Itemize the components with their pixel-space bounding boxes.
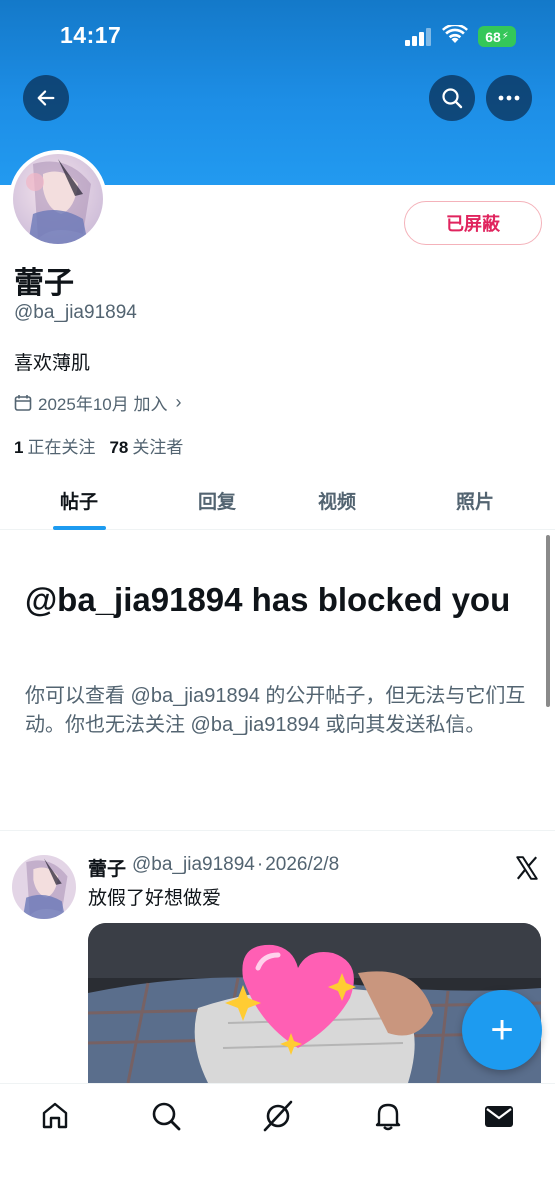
blocked-notice-title: @ba_jia91894 has blocked you bbox=[25, 581, 511, 618]
search-icon[interactable] bbox=[149, 1099, 183, 1133]
tweet-avatar[interactable] bbox=[12, 855, 76, 919]
compose-button[interactable]: + bbox=[462, 990, 542, 1070]
following-count: 1 bbox=[14, 438, 24, 457]
arrow-left-icon bbox=[37, 90, 55, 106]
battery-level: 68 bbox=[485, 28, 501, 45]
tweet-text: 放假了好想做爱 bbox=[88, 888, 222, 909]
more-options-button[interactable] bbox=[486, 75, 532, 121]
status-time: 14:17 bbox=[60, 22, 122, 48]
battery-indicator: 68 ⚡ bbox=[478, 26, 516, 47]
chevron-right-icon: › bbox=[175, 392, 182, 412]
search-button[interactable] bbox=[429, 75, 475, 121]
following-stat[interactable]: 1 正在关注 bbox=[14, 433, 95, 458]
followers-stat[interactable]: 78 关注者 bbox=[109, 433, 183, 458]
grok-icon[interactable] bbox=[261, 1099, 295, 1133]
tweet-header: 蕾子 @ba_jia91894 · 2026/2/8 bbox=[88, 854, 339, 881]
cellular-signal-icon bbox=[405, 28, 431, 46]
tweet-date[interactable]: 2026/2/8 bbox=[265, 854, 339, 881]
search-icon bbox=[442, 88, 463, 109]
wifi-icon bbox=[442, 25, 468, 43]
follow-stats: 1 正在关注 78 关注者 bbox=[14, 433, 183, 458]
followers-count: 78 bbox=[109, 438, 129, 457]
profile-bio: 喜欢薄肌 bbox=[14, 353, 91, 374]
profile-handle: @ba_jia91894 bbox=[14, 302, 137, 323]
avatar-image bbox=[13, 154, 103, 244]
joined-date[interactable]: 2025年10月 加入 › bbox=[14, 390, 181, 415]
more-horizontal-icon bbox=[498, 95, 520, 101]
tab-posts[interactable]: 帖子 bbox=[60, 487, 98, 514]
back-button[interactable] bbox=[23, 75, 69, 121]
active-tab-indicator bbox=[53, 526, 106, 530]
tweet-author-name[interactable]: 蕾子 bbox=[88, 854, 126, 881]
tab-photos[interactable]: 照片 bbox=[456, 487, 494, 514]
status-bar: 14:17 68 ⚡ bbox=[0, 0, 555, 70]
home-icon[interactable] bbox=[38, 1099, 72, 1133]
bell-icon[interactable] bbox=[371, 1099, 405, 1133]
bottom-navigation bbox=[0, 1083, 555, 1200]
profile-display-name: 蕾子 bbox=[14, 267, 74, 300]
calendar-icon bbox=[14, 394, 32, 411]
blocked-notice-description: 你可以查看 @ba_jia91894 的公开帖子，但无法与它们互动。你也无法关注… bbox=[25, 685, 526, 736]
mail-icon[interactable] bbox=[482, 1099, 516, 1133]
blocked-button[interactable]: 已屏蔽 bbox=[404, 201, 542, 245]
divider bbox=[0, 830, 555, 831]
plus-icon: + bbox=[490, 1007, 514, 1052]
charging-icon: ⚡ bbox=[501, 31, 509, 42]
tab-replies[interactable]: 回复 bbox=[198, 487, 236, 514]
joined-text: 2025年10月 加入 bbox=[38, 395, 168, 414]
profile-avatar[interactable] bbox=[9, 150, 107, 248]
scrollbar[interactable] bbox=[546, 535, 550, 707]
tweet-author-handle[interactable]: @ba_jia91894 bbox=[132, 854, 255, 881]
profile-tabs: 帖子 回复 视频 照片 bbox=[0, 472, 555, 530]
avatar-image bbox=[12, 855, 76, 919]
x-logo-icon bbox=[516, 856, 538, 880]
tab-videos[interactable]: 视频 bbox=[318, 487, 356, 514]
tweet-separator: · bbox=[256, 854, 264, 875]
following-label: 正在关注 bbox=[27, 438, 96, 457]
followers-label: 关注者 bbox=[132, 438, 184, 457]
